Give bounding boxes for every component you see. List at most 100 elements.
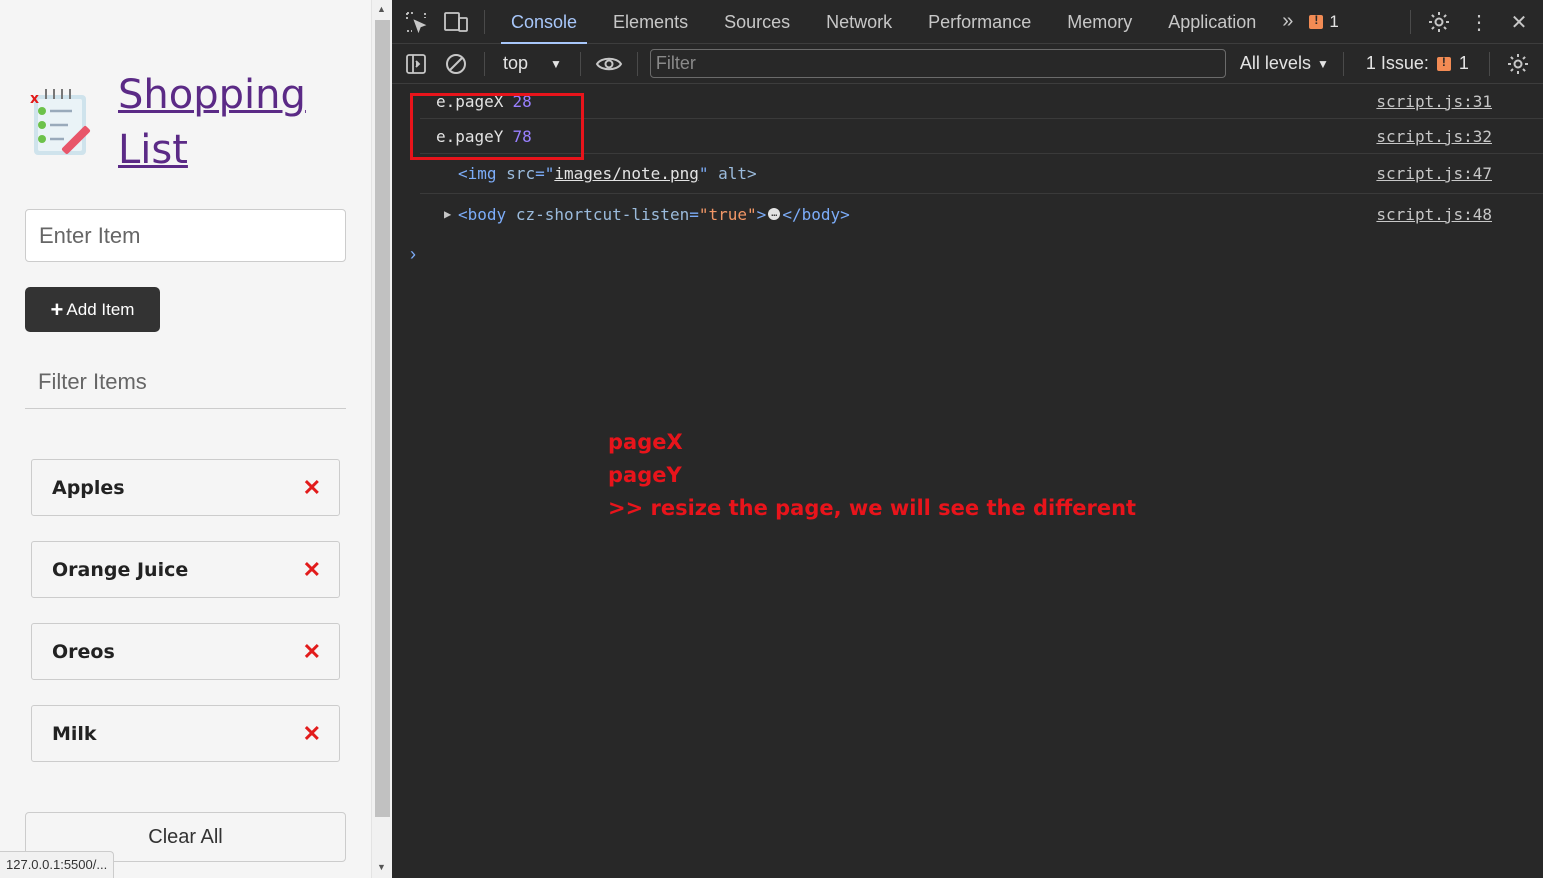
log-levels-select[interactable]: All levels ▼ (1240, 53, 1329, 74)
console-filter-input[interactable] (649, 49, 1226, 78)
console-settings-gear-icon[interactable] (1498, 42, 1538, 86)
log-source-link[interactable]: script.js:48 (1376, 205, 1492, 224)
list-item: Orange Juice ✕ (31, 541, 340, 598)
annotation-line: pageY (608, 463, 682, 487)
issues-badge[interactable]: 1 (1309, 11, 1339, 32)
log-src-link[interactable]: images/note.png (554, 164, 699, 183)
sidebar-toggle-icon[interactable] (396, 42, 436, 86)
context-value: top (503, 53, 529, 73)
item-list: Apples ✕ Orange Juice ✕ Oreos ✕ Milk ✕ (31, 459, 340, 787)
log-source-link[interactable]: script.js:32 (1376, 127, 1492, 146)
log-close: > (756, 204, 767, 224)
log-levels-value: All levels (1239, 53, 1311, 73)
console-log-row: <img src =" images/note.png " alt> scrip… (420, 154, 1543, 194)
toolbar-separator (579, 51, 581, 76)
remove-item-icon[interactable]: ✕ (303, 475, 321, 501)
page-title[interactable]: Shopping List (118, 68, 358, 178)
tab-application[interactable]: Application (1150, 0, 1274, 44)
toolbar-separator (1342, 51, 1344, 76)
live-expression-eye-icon[interactable] (589, 42, 629, 86)
log-close: " (698, 164, 709, 183)
scroll-up-icon[interactable]: ▲ (377, 4, 386, 14)
log-attr-value: "true" (698, 204, 757, 224)
tab-sources[interactable]: Sources (706, 0, 808, 44)
context-select[interactable]: top ▼ (493, 53, 572, 74)
log-tag-open: <body (458, 204, 507, 224)
annotation-note: pageX pageY >> resize the page, we will … (608, 426, 1136, 525)
scrollbar-thumb[interactable] (375, 20, 390, 817)
log-attr: cz-shortcut-listen (515, 204, 690, 224)
filter-input[interactable] (25, 356, 346, 409)
expand-triangle-icon[interactable]: ▶ (444, 207, 451, 221)
item-name: Milk (52, 722, 97, 745)
more-options-icon[interactable]: ⋮ (1459, 0, 1499, 44)
clear-console-icon[interactable] (436, 42, 476, 86)
devtools-right-tools: ⋮ ✕ (1402, 0, 1543, 44)
list-item: Apples ✕ (31, 459, 340, 516)
page-scrollbar[interactable]: ▲ ▼ (371, 0, 392, 878)
settings-gear-icon[interactable] (1419, 0, 1459, 44)
console-toolbar: top ▼ All levels ▼ 1 Issue: 1 (392, 44, 1543, 84)
annotation-line: >> resize the page, we will see the diff… (608, 496, 1137, 520)
log-attr: src (506, 164, 536, 183)
console-prompt[interactable]: › (392, 234, 1543, 274)
toolbar-separator (636, 51, 638, 76)
issues-count: 1 (1458, 53, 1469, 73)
log-eq: = (689, 204, 699, 224)
console-log-row: e.pageX 28 script.js:31 (420, 84, 1543, 119)
tab-console[interactable]: Console (493, 0, 595, 44)
collapsed-ellipsis-icon[interactable]: … (768, 208, 781, 220)
log-tag-open: <img (458, 164, 497, 183)
console-log-row[interactable]: ▶ <body cz-shortcut-listen = "true" > … … (420, 194, 1543, 234)
log-source-link[interactable]: script.js:31 (1376, 92, 1492, 111)
item-input[interactable] (25, 209, 346, 262)
toolbar-separator (1488, 51, 1490, 76)
svg-text:x: x (30, 91, 39, 107)
item-name: Apples (52, 476, 125, 499)
item-name: Oreos (52, 640, 115, 663)
log-tag-end: </body> (782, 204, 850, 224)
remove-item-icon[interactable]: ✕ (303, 721, 321, 747)
issues-badge-count: 1 (1329, 11, 1339, 31)
issues-label: 1 Issue: (1365, 53, 1429, 73)
chevron-down-icon: ▼ (1316, 56, 1329, 71)
notepad-logo-icon: x (30, 89, 91, 155)
device-toolbar-icon[interactable] (436, 0, 476, 44)
status-url: 127.0.0.1:5500/... (0, 851, 115, 878)
log-number: 28 (512, 91, 532, 111)
tab-elements[interactable]: Elements (595, 0, 706, 44)
log-extra: alt> (718, 164, 757, 183)
close-devtools-icon[interactable]: ✕ (1499, 0, 1539, 44)
web-page: x Shopping List + Add Item Apples ✕ Oran… (0, 0, 371, 878)
tab-performance[interactable]: Performance (910, 0, 1049, 44)
tab-memory[interactable]: Memory (1049, 0, 1150, 44)
issue-flag-icon (1436, 55, 1451, 71)
more-tabs-icon[interactable]: » (1274, 10, 1301, 33)
remove-item-icon[interactable]: ✕ (303, 639, 321, 665)
log-label: e.pageX (436, 91, 504, 111)
console-log-row: e.pageY 78 script.js:32 (420, 119, 1543, 154)
log-eq: =" (535, 164, 555, 183)
inspect-element-icon[interactable] (396, 0, 436, 44)
toolbar-separator (1410, 10, 1411, 34)
add-item-button[interactable]: + Add Item (25, 287, 160, 332)
plus-icon: + (50, 296, 64, 322)
remove-item-icon[interactable]: ✕ (303, 557, 321, 583)
chevron-down-icon: ▼ (550, 56, 562, 71)
scroll-down-icon[interactable]: ▼ (377, 862, 386, 872)
add-item-label: Add Item (66, 299, 135, 319)
issues-counter[interactable]: 1 Issue: 1 (1366, 53, 1469, 74)
list-item: Milk ✕ (31, 705, 340, 762)
log-number: 78 (512, 126, 532, 146)
list-item: Oreos ✕ (31, 623, 340, 680)
toolbar-separator (484, 51, 485, 76)
annotation-line: pageX (608, 430, 683, 454)
tab-network[interactable]: Network (808, 0, 910, 44)
devtools-tab-bar: Console Elements Sources Network Perform… (392, 0, 1543, 44)
log-source-link[interactable]: script.js:47 (1376, 164, 1492, 183)
log-label: e.pageY (436, 126, 504, 146)
issue-flag-icon (1309, 13, 1324, 29)
console-output: e.pageX 28 script.js:31 e.pageY 78 scrip… (392, 84, 1543, 274)
item-name: Orange Juice (52, 558, 189, 581)
toolbar-separator (484, 9, 485, 34)
